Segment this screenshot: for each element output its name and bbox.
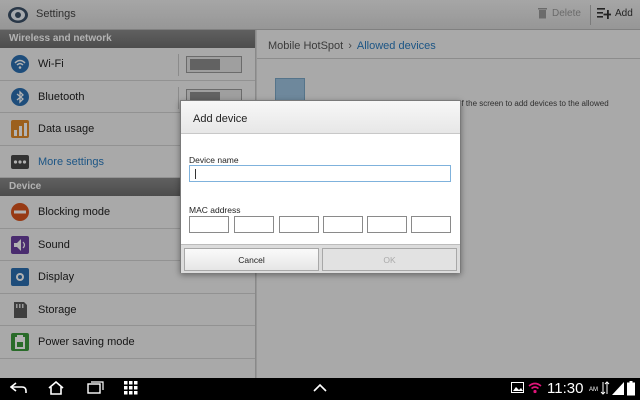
device-name-label: Device name <box>189 155 239 165</box>
mac-octet-1-input[interactable] <box>189 216 229 233</box>
signal-strength-icon <box>612 382 624 395</box>
home-icon[interactable] <box>47 381 65 395</box>
chevron-up-icon[interactable] <box>311 381 329 395</box>
hotspot-notification-icon[interactable] <box>527 381 543 394</box>
mac-octet-4-input[interactable] <box>323 216 363 233</box>
network-type-icon <box>600 381 610 395</box>
text-cursor <box>195 169 196 179</box>
app-grid-icon[interactable] <box>124 381 138 395</box>
add-device-dialog: Add device Device name MAC address Cance… <box>180 100 461 273</box>
mac-octet-5-input[interactable] <box>367 216 407 233</box>
system-nav-bar: 11:30 AM <box>0 378 640 400</box>
mac-octet-6-input[interactable] <box>411 216 451 233</box>
ok-button[interactable]: OK <box>322 248 457 271</box>
clock-ampm: AM <box>589 387 598 393</box>
recent-apps-icon[interactable] <box>86 381 104 395</box>
clock[interactable]: 11:30 <box>547 380 583 397</box>
mac-octet-3-input[interactable] <box>279 216 319 233</box>
battery-icon <box>627 381 635 396</box>
mac-octet-2-input[interactable] <box>234 216 274 233</box>
mac-address-label: MAC address <box>189 205 241 215</box>
gallery-notification-icon[interactable] <box>511 381 524 394</box>
dialog-button-row: Cancel OK <box>181 244 460 273</box>
back-icon[interactable] <box>10 381 28 395</box>
device-name-input[interactable] <box>189 165 451 182</box>
dialog-title: Add device <box>181 101 460 134</box>
cancel-button[interactable]: Cancel <box>184 248 319 271</box>
